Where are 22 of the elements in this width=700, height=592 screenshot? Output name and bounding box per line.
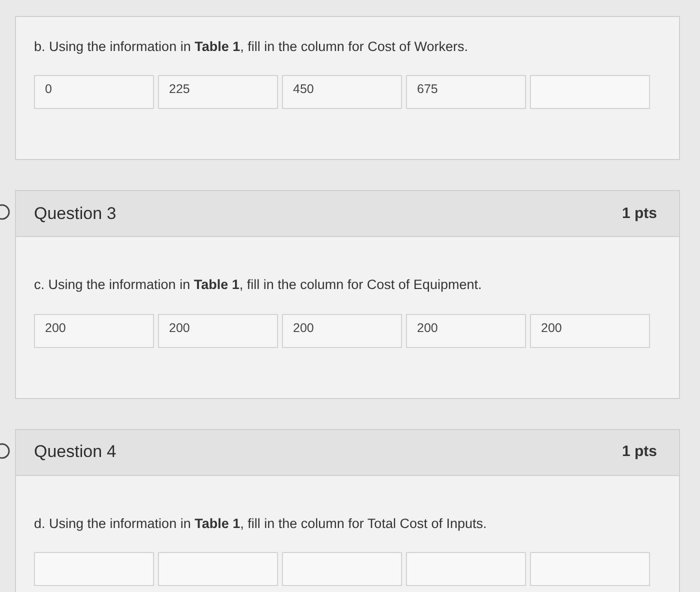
question-prompt: d. Using the information in Table 1, fill in the column for Total Cost of Inputs.: [34, 514, 488, 533]
answer-field[interactable]: 200: [406, 314, 526, 348]
answer-field[interactable]: 675: [406, 75, 526, 110]
question-title: Question 4: [34, 441, 116, 464]
answer-field[interactable]: [158, 552, 278, 586]
answer-field[interactable]: [406, 552, 526, 586]
answer-field[interactable]: [530, 552, 650, 586]
answer-field[interactable]: 200: [530, 314, 650, 348]
answer-field[interactable]: 450: [282, 75, 402, 110]
answer-field[interactable]: 200: [158, 314, 278, 348]
answer-field[interactable]: 200: [34, 314, 154, 348]
question-title: Question 3: [34, 203, 116, 225]
question-prompt: b. Using the information in Table 1, fill in the column for Cost of Workers.: [34, 38, 469, 56]
points-label: 1 pts: [622, 204, 657, 224]
answer-field[interactable]: 225: [158, 75, 278, 110]
answer-field[interactable]: 200: [282, 314, 402, 348]
answer-field[interactable]: [34, 552, 154, 586]
answer-field[interactable]: [282, 552, 402, 586]
question-prompt: c. Using the information in Table 1, fill in the column for Cost of Equipment.: [34, 276, 483, 294]
answer-field[interactable]: 0: [34, 75, 154, 110]
answer-field[interactable]: [530, 75, 650, 110]
points-label: 1 pts: [622, 442, 657, 462]
